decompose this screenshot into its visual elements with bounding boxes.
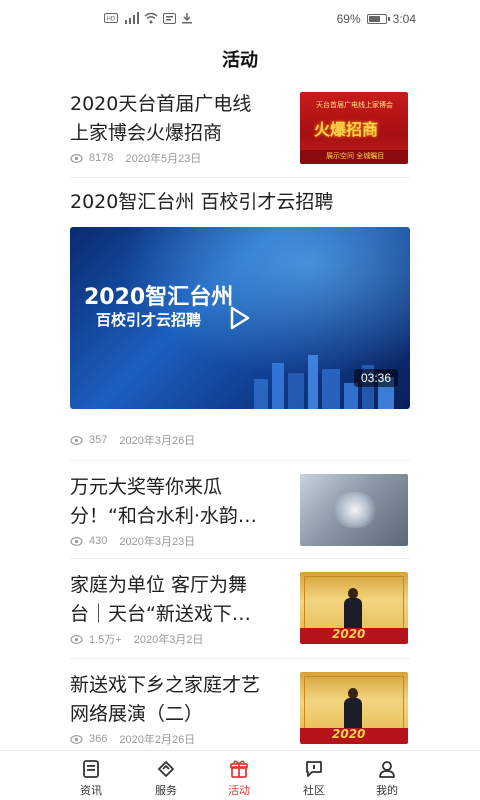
clock: 3:04 <box>392 12 416 26</box>
item-meta: 8178 2020年5月23日 <box>70 150 290 166</box>
hd-icon: HD <box>104 13 118 23</box>
status-icons-left: HD <box>104 12 193 24</box>
thumb-subtitle: 展示空间 全城瞩目 <box>326 152 385 160</box>
view-count: 357 <box>89 434 108 446</box>
view-count: 1.5万+ <box>89 634 122 646</box>
view-count: 430 <box>89 535 108 547</box>
view-count-icon <box>70 634 83 644</box>
battery-percent: 69% <box>336 12 361 26</box>
item-meta: 1.5万+ 2020年3月2日 <box>70 631 290 647</box>
tab-news[interactable]: 资讯 <box>61 751 121 800</box>
item-thumbnail[interactable] <box>300 474 408 546</box>
item-date: 2020年2月26日 <box>119 734 196 746</box>
item-title: 2020智汇台州 百校引才云招聘 <box>70 191 334 213</box>
item-thumbnail[interactable]: 2020 <box>300 672 408 744</box>
status-bar: HD 69% 3:04 <box>0 0 480 40</box>
view-count-icon <box>70 536 83 546</box>
item-date: 2020年5月23日 <box>125 153 202 165</box>
tab-profile[interactable]: 我的 <box>357 751 417 800</box>
play-icon[interactable] <box>224 304 252 332</box>
item-title: 万元大奖等你来瓜 分！“和合水利·水韵… <box>70 476 257 527</box>
community-icon <box>306 761 322 777</box>
gift-icon <box>230 760 248 778</box>
item-date: 2020年3月23日 <box>119 536 196 548</box>
svg-text:HD: HD <box>107 17 116 23</box>
tab-label: 活动 <box>228 784 250 797</box>
item-title: 家庭为单位 客厅为舞 台｜天台“新送戏下… <box>70 574 251 625</box>
view-count: 8178 <box>89 152 114 164</box>
tab-label: 我的 <box>376 784 398 797</box>
wifi-icon <box>144 12 158 24</box>
view-count-icon <box>70 435 83 445</box>
thumb-tag: 天台首届广电线上家博会 <box>316 101 393 109</box>
status-icons-right: 69% 3:04 <box>337 12 416 26</box>
news-icon <box>83 760 99 778</box>
view-count: 366 <box>89 733 108 745</box>
activity-feed[interactable]: 2020天台首届广电线 上家博会火爆招商 8178 2020年5月23日 天台首… <box>0 78 480 750</box>
battery-icon <box>366 14 390 24</box>
profile-icon <box>379 761 395 778</box>
tab-label: 服务 <box>155 784 177 797</box>
tab-community[interactable]: 社区 <box>284 751 344 800</box>
page-title: 活动 <box>222 50 258 71</box>
video-player[interactable]: 2020智汇台州 百校引才云招聘 03:36 <box>70 227 410 409</box>
view-count-icon <box>70 153 83 163</box>
signal-4g-icon <box>125 12 139 24</box>
view-count-icon <box>70 734 83 744</box>
item-title: 新送戏下乡之家庭才艺 网络展演（二） <box>70 674 261 725</box>
item-date: 2020年3月26日 <box>119 435 196 447</box>
download-icon <box>182 13 192 24</box>
video-duration: 03:36 <box>353 369 398 387</box>
notification-icon <box>163 12 176 24</box>
item-date: 2020年3月2日 <box>133 634 204 646</box>
item-thumbnail[interactable]: 2020 <box>300 572 408 644</box>
item-thumbnail[interactable]: 天台首届广电线上家博会 火爆招商 展示空间 全城瞩目 <box>300 92 408 164</box>
item-title: 2020天台首届广电线 上家博会火爆招商 <box>70 93 252 144</box>
video-subtitle: 百校引才云招聘 <box>96 311 202 329</box>
page-header: 活动 <box>0 40 480 78</box>
bottom-tab-bar: 资讯 服务 活动 社区 我的 <box>0 750 480 800</box>
video-title: 2020智汇台州 <box>84 285 234 310</box>
item-meta: 430 2020年3月23日 <box>70 533 290 549</box>
thumb-headline: 火爆招商 <box>314 120 379 139</box>
thumb-year: 2020 <box>332 627 366 641</box>
item-meta: 366 2020年2月26日 <box>70 731 290 747</box>
item-meta: 357 2020年3月26日 <box>70 432 195 448</box>
tab-label: 社区 <box>303 784 325 797</box>
thumb-year: 2020 <box>332 727 366 741</box>
water-splash-graphic <box>330 492 380 528</box>
tab-activity[interactable]: 活动 <box>209 751 269 800</box>
tab-label: 资讯 <box>80 784 102 797</box>
tab-service[interactable]: 服务 <box>136 751 196 800</box>
service-icon <box>158 761 174 777</box>
